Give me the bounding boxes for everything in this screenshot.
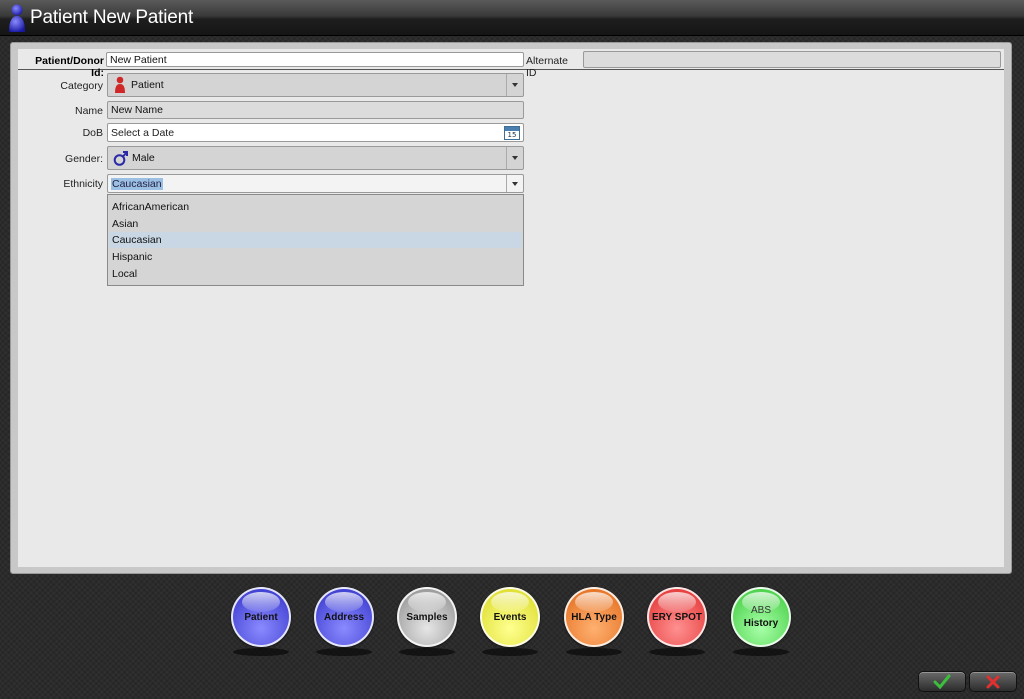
patient-donor-id-label: Patient/Donor Id: <box>35 55 104 79</box>
ethnicity-option[interactable]: Local <box>109 266 522 282</box>
window-title: Patient New Patient <box>30 6 194 28</box>
patient-donor-id-value: New Patient <box>110 53 167 66</box>
alternate-id-label: Alternate ID <box>526 55 569 79</box>
category-value: Patient <box>131 79 164 91</box>
name-value: New Name <box>111 104 163 116</box>
category-combobox[interactable]: Patient <box>107 73 524 97</box>
ethnicity-combobox[interactable]: Caucasian <box>107 174 524 193</box>
category-dropdown-arrow-icon[interactable] <box>506 74 523 96</box>
ethnicity-dropdown-list: AfricanAmerican Asian Caucasian Hispanic… <box>107 194 524 286</box>
tab-abs-history-sub: ABS <box>750 605 771 616</box>
dob-field[interactable]: Select a Date 15 <box>107 123 524 142</box>
tab-address-label: Address <box>323 611 364 623</box>
tab-hla-type-label: HLA Type <box>571 611 617 623</box>
male-symbol-icon <box>113 149 129 167</box>
orb-shadow <box>733 648 789 656</box>
tab-events-label: Events <box>493 611 527 623</box>
orb-shadow <box>482 648 538 656</box>
cancel-button[interactable] <box>969 671 1017 692</box>
ethnicity-value: Caucasian <box>111 177 163 190</box>
dob-placeholder: Select a Date <box>111 126 175 139</box>
name-field[interactable]: New Name <box>107 101 524 119</box>
name-label: Name <box>74 105 103 117</box>
tab-hla-type[interactable]: HLA Type <box>564 587 624 647</box>
dob-label: DoB <box>82 127 103 139</box>
ethnicity-option-selected[interactable]: Caucasian <box>109 232 522 248</box>
tab-events[interactable]: Events <box>480 587 540 647</box>
gender-combobox[interactable]: Male <box>107 146 524 170</box>
ethnicity-option[interactable]: Asian <box>109 216 522 232</box>
patient-person-icon <box>4 3 30 33</box>
calendar-day: 15 <box>507 131 517 139</box>
gender-dropdown-arrow-icon[interactable] <box>506 147 523 169</box>
category-patient-icon <box>113 76 127 94</box>
ok-button[interactable] <box>918 671 966 692</box>
alternate-id-field[interactable] <box>583 51 1001 68</box>
calendar-icon[interactable]: 15 <box>504 126 520 140</box>
tab-abs-history[interactable]: ABS History <box>731 587 791 647</box>
tab-samples[interactable]: Samples <box>397 587 457 647</box>
tab-patient-label: Patient <box>244 611 278 623</box>
orb-shadow <box>399 648 455 656</box>
tab-ery-spot-label: ERY SPOT <box>651 611 702 623</box>
ethnicity-label: Ethnicity <box>63 178 103 190</box>
tab-abs-history-label: History <box>743 618 779 629</box>
tab-samples-label: Samples <box>406 611 448 623</box>
tab-patient[interactable]: Patient <box>231 587 291 647</box>
gender-value: Male <box>132 152 155 164</box>
x-icon <box>986 675 1000 688</box>
ethnicity-dropdown-arrow-icon[interactable] <box>506 175 523 192</box>
tab-address[interactable]: Address <box>314 587 374 647</box>
orb-shadow <box>316 648 372 656</box>
orb-shadow <box>649 648 705 656</box>
tab-ery-spot[interactable]: ERY SPOT <box>647 587 707 647</box>
ethnicity-option[interactable]: AfricanAmerican <box>109 199 522 215</box>
patient-donor-id-field[interactable]: New Patient <box>106 52 524 67</box>
orb-shadow <box>233 648 289 656</box>
title-bar: Patient New Patient <box>0 0 1024 36</box>
ethnicity-option[interactable]: Hispanic <box>109 249 522 265</box>
category-label: Category <box>60 80 103 92</box>
gender-label: Gender: <box>65 153 103 165</box>
check-icon <box>933 674 951 689</box>
orb-shadow <box>566 648 622 656</box>
